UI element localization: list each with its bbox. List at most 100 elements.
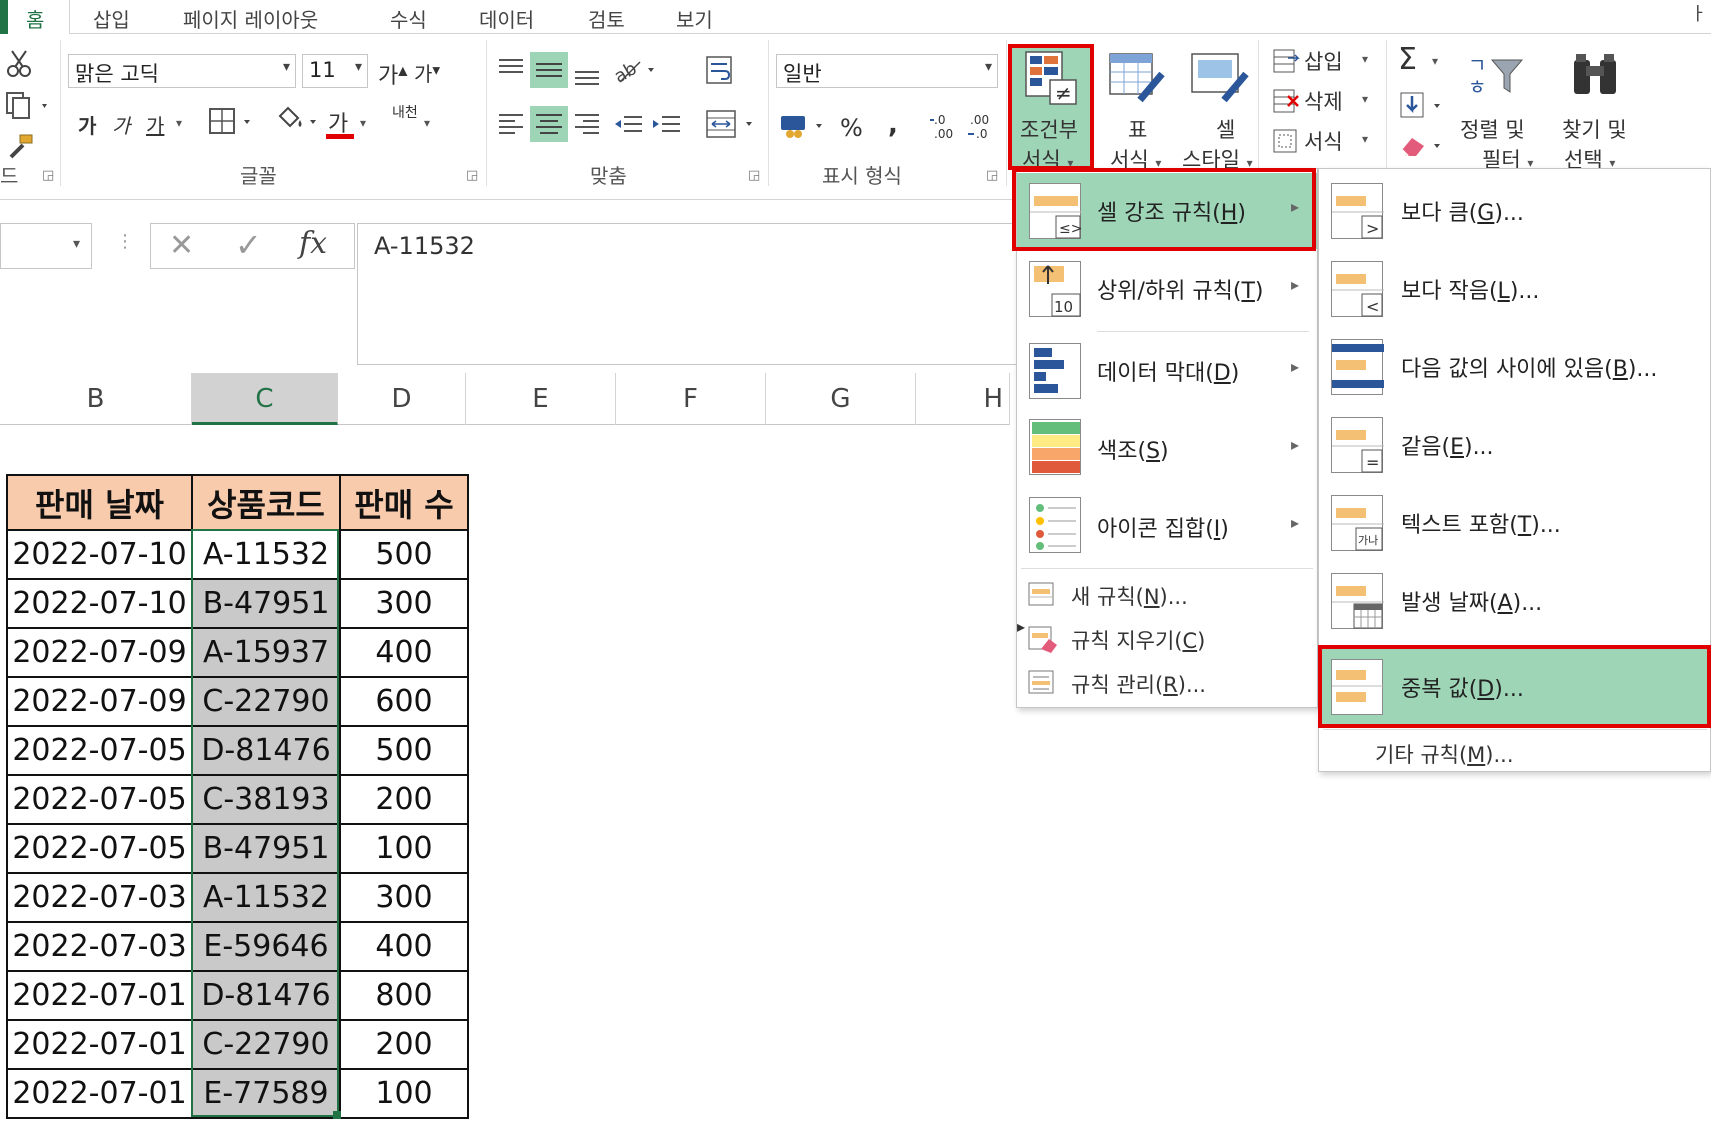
header-product-code[interactable]: 상품코드: [191, 474, 341, 531]
cell-product-code[interactable]: D-81476: [191, 970, 341, 1021]
cell-sale-date[interactable]: 2022-07-01: [6, 1068, 193, 1119]
column-header-h[interactable]: H: [916, 373, 1010, 425]
cell-sale-qty[interactable]: 200: [339, 1019, 469, 1070]
cell-product-code[interactable]: C-22790: [191, 676, 341, 727]
cell-product-code[interactable]: E-77589: [191, 1068, 341, 1119]
tab-review[interactable]: 검토: [588, 4, 625, 33]
menu-item-icon-sets[interactable]: 아이콘 집합(I) ▸: [1017, 489, 1317, 565]
align-left-icon[interactable]: [496, 110, 526, 140]
autosum-button[interactable]: Σ: [1398, 42, 1417, 77]
find-select-button[interactable]: 찾기 및 선택 ▾: [1552, 44, 1642, 172]
cell-sale-date[interactable]: 2022-07-03: [6, 921, 193, 972]
font-size-combo[interactable]: 11 ▾: [302, 54, 368, 88]
font-name-combo[interactable]: 맑은 고딕 ▾: [68, 54, 296, 88]
menu-item-new-rule[interactable]: 새 규칙(N)...: [1017, 573, 1317, 617]
cell-sale-date[interactable]: 2022-07-10: [6, 578, 193, 629]
format-cells-button[interactable]: 서식 ▾: [1270, 124, 1380, 158]
cell-product-code[interactable]: B-47951: [191, 578, 341, 629]
wrap-text-icon[interactable]: [704, 54, 736, 90]
shrink-font-button[interactable]: 가▼: [414, 58, 440, 87]
cell-sale-qty[interactable]: 400: [339, 627, 469, 678]
header-sale-date[interactable]: 판매 날짜: [6, 474, 193, 531]
cell-sale-date[interactable]: 2022-07-03: [6, 872, 193, 923]
cell-sale-qty[interactable]: 300: [339, 872, 469, 923]
column-header-b[interactable]: B: [0, 373, 192, 425]
cell-product-code[interactable]: B-47951: [191, 823, 341, 874]
menu-item-color-scales[interactable]: 색조(S) ▸: [1017, 411, 1317, 487]
tab-view[interactable]: 보기: [676, 4, 713, 33]
menu-item-more-rules[interactable]: 기타 규칙(M)...: [1319, 731, 1710, 775]
cell-sale-qty[interactable]: 300: [339, 578, 469, 629]
drag-handle-icon[interactable]: ⋮: [116, 231, 134, 252]
cell-sale-qty[interactable]: 600: [339, 676, 469, 727]
cell-sale-qty[interactable]: 500: [339, 725, 469, 776]
enter-icon[interactable]: ✓: [235, 226, 262, 264]
underline-button[interactable]: 가: [146, 110, 164, 139]
borders-icon[interactable]: [208, 106, 260, 140]
menu-item-text-contains[interactable]: 가나 텍스트 포함(T)...: [1319, 485, 1710, 561]
cell-sale-date[interactable]: 2022-07-05: [6, 823, 193, 874]
chevron-down-icon[interactable]: ▾: [73, 236, 80, 252]
chevron-down-icon[interactable]: ▾: [424, 116, 430, 130]
cancel-icon[interactable]: ✕: [169, 228, 194, 263]
cell-product-code[interactable]: C-22790: [191, 1019, 341, 1070]
increase-decimal-icon[interactable]: .0.00: [928, 110, 962, 146]
bold-button[interactable]: 가: [78, 110, 96, 139]
merge-center-icon[interactable]: [704, 108, 760, 144]
ribbon-collapse-icon[interactable]: ㅏ: [1690, 0, 1707, 26]
copy-icon[interactable]: [4, 90, 50, 124]
number-launcher-icon[interactable]: ◲: [986, 168, 998, 183]
menu-item-top-bottom-rules[interactable]: 10 상위/하위 규칙(T) ▸: [1017, 251, 1317, 327]
percent-button[interactable]: %: [840, 114, 863, 142]
accounting-format-icon[interactable]: [778, 110, 830, 146]
cell-sale-qty[interactable]: 400: [339, 921, 469, 972]
number-format-combo[interactable]: 일반 ▾: [776, 54, 998, 88]
cell-product-code[interactable]: E-59646: [191, 921, 341, 972]
cell-sale-date[interactable]: 2022-07-01: [6, 970, 193, 1021]
column-header-g[interactable]: G: [766, 373, 916, 425]
menu-item-data-bars[interactable]: 데이터 막대(D) ▸: [1017, 333, 1317, 409]
cell-sale-date[interactable]: 2022-07-05: [6, 725, 193, 776]
cell-sale-date[interactable]: 2022-07-10: [6, 529, 193, 580]
header-sale-qty[interactable]: 판매 수: [339, 474, 469, 531]
grow-font-button[interactable]: 가▲: [378, 58, 407, 90]
menu-item-date-occurring[interactable]: 발생 날짜(A)...: [1319, 563, 1710, 639]
font-launcher-icon[interactable]: ◲: [466, 168, 478, 183]
cell-sale-qty[interactable]: 100: [339, 823, 469, 874]
insert-cells-button[interactable]: 삽입 ▾: [1270, 44, 1380, 78]
orientation-icon[interactable]: ab: [611, 54, 660, 90]
cell-product-code[interactable]: A-11532: [191, 872, 341, 923]
align-right-icon[interactable]: [572, 110, 602, 140]
cell-sale-qty[interactable]: 800: [339, 970, 469, 1021]
cell-product-code[interactable]: D-81476: [191, 725, 341, 776]
cell-sale-qty[interactable]: 100: [339, 1068, 469, 1119]
alignment-launcher-icon[interactable]: ◲: [748, 168, 760, 183]
cut-icon[interactable]: [4, 48, 34, 82]
tab-home[interactable]: 홈: [26, 4, 44, 33]
phonetic-button[interactable]: 내천: [392, 106, 418, 120]
column-header-f[interactable]: F: [616, 373, 766, 425]
cell-sale-qty[interactable]: 500: [339, 529, 469, 580]
italic-button[interactable]: 가: [112, 110, 130, 139]
fill-icon[interactable]: [1398, 90, 1448, 124]
file-tab-edge[interactable]: [0, 0, 8, 35]
menu-item-greater-than[interactable]: > 보다 큼(G)...: [1319, 173, 1710, 249]
cell-product-code[interactable]: A-15937: [191, 627, 341, 678]
tab-formulas[interactable]: 수식: [390, 4, 427, 33]
cell-product-code[interactable]: C-38193: [191, 774, 341, 825]
column-header-d[interactable]: D: [338, 373, 466, 425]
tab-data[interactable]: 데이터: [479, 4, 534, 33]
comma-button[interactable]: ,: [888, 110, 898, 140]
chevron-down-icon[interactable]: ▾: [176, 116, 182, 130]
name-box[interactable]: ▾: [0, 223, 92, 269]
fill-color-icon[interactable]: [274, 104, 324, 142]
column-header-e[interactable]: E: [466, 373, 616, 425]
format-as-table-button[interactable]: 표 서식 ▾: [1096, 44, 1180, 172]
formula-input[interactable]: A-11532: [357, 223, 1017, 365]
menu-item-between[interactable]: 다음 값의 사이에 있음(B)...: [1319, 329, 1710, 405]
chevron-down-icon[interactable]: ▾: [1432, 54, 1438, 68]
cell-product-code[interactable]: A-11532: [191, 529, 341, 580]
clear-icon[interactable]: [1398, 130, 1448, 164]
increase-indent-icon[interactable]: [650, 112, 682, 140]
fill-handle[interactable]: [333, 1111, 341, 1119]
